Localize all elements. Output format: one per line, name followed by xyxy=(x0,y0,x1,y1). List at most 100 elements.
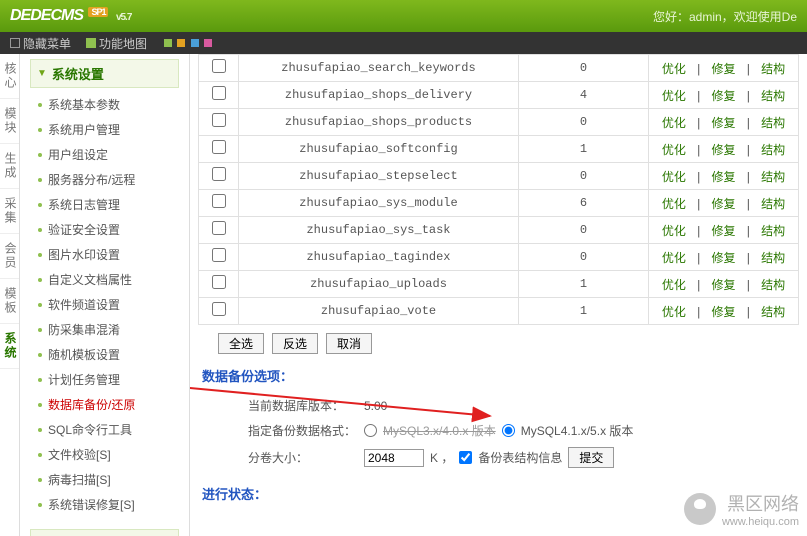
vtab-4[interactable]: 会员 xyxy=(0,234,19,279)
sidebar-item[interactable]: 软件频道设置 xyxy=(30,292,179,317)
format-radio-mysql4[interactable] xyxy=(502,424,515,437)
vtab-3[interactable]: 采集 xyxy=(0,189,19,234)
table-name-cell: zhusufapiao_sys_task xyxy=(239,217,519,244)
structure-link[interactable]: 结构 xyxy=(761,143,785,157)
table-row: zhusufapiao_softconfig1优化 | 修复 | 结构 xyxy=(199,136,799,163)
optimize-link[interactable]: 优化 xyxy=(662,62,686,76)
sidebar-item[interactable]: 服务器分布/远程 xyxy=(30,167,179,192)
structure-link[interactable]: 结构 xyxy=(761,251,785,265)
optimize-link[interactable]: 优化 xyxy=(662,116,686,130)
vtab-2[interactable]: 生成 xyxy=(0,144,19,189)
sidebar-item[interactable]: 病毒扫描[S] xyxy=(30,467,179,492)
repair-link[interactable]: 修复 xyxy=(711,251,735,265)
structure-link[interactable]: 结构 xyxy=(761,278,785,292)
chunk-size-unit: K ， xyxy=(430,449,453,466)
sidebar-item[interactable]: 自定义文档属性 xyxy=(30,267,179,292)
structure-link[interactable]: 结构 xyxy=(761,305,785,319)
watermark: 黑区网络 www.heiqu.com xyxy=(684,490,799,528)
table-row: zhusufapiao_vote1优化 | 修复 | 结构 xyxy=(199,298,799,325)
table-ops-cell: 优化 | 修复 | 结构 xyxy=(649,136,799,163)
bullet-icon xyxy=(38,203,42,207)
logo-text: DEDECMS xyxy=(10,7,83,24)
structure-link[interactable]: 结构 xyxy=(761,89,785,103)
row-checkbox[interactable] xyxy=(212,113,226,127)
row-checkbox[interactable] xyxy=(212,86,226,100)
repair-link[interactable]: 修复 xyxy=(711,224,735,238)
table-ops-cell: 优化 | 修复 | 结构 xyxy=(649,217,799,244)
row-checkbox[interactable] xyxy=(212,221,226,235)
table-name-cell: zhusufapiao_vote xyxy=(239,298,519,325)
structure-link[interactable]: 结构 xyxy=(761,197,785,211)
row-checkbox[interactable] xyxy=(212,194,226,208)
table-count-cell: 1 xyxy=(519,271,649,298)
optimize-link[interactable]: 优化 xyxy=(662,278,686,292)
repair-link[interactable]: 修复 xyxy=(711,197,735,211)
structure-link[interactable]: 结构 xyxy=(761,62,785,76)
hide-menu-link[interactable]: 隐藏菜单 xyxy=(10,35,71,52)
chunk-size-input[interactable] xyxy=(364,449,424,467)
repair-link[interactable]: 修复 xyxy=(711,278,735,292)
repair-link[interactable]: 修复 xyxy=(711,116,735,130)
select-all-button[interactable]: 全选 xyxy=(218,333,264,354)
repair-link[interactable]: 修复 xyxy=(711,143,735,157)
sidebar-item[interactable]: 系统基本参数 xyxy=(30,92,179,117)
bullet-icon xyxy=(38,103,42,107)
row-checkbox[interactable] xyxy=(212,140,226,154)
sidebar-item[interactable]: 数据库备份/还原 xyxy=(30,392,179,417)
invert-select-button[interactable]: 反选 xyxy=(272,333,318,354)
table-row: zhusufapiao_stepselect0优化 | 修复 | 结构 xyxy=(199,163,799,190)
backup-struct-label: 备份表结构信息 xyxy=(478,449,562,466)
optimize-link[interactable]: 优化 xyxy=(662,197,686,211)
repair-link[interactable]: 修复 xyxy=(711,89,735,103)
bullet-icon xyxy=(38,328,42,332)
sidebar-group-system[interactable]: ▼ 系统设置 xyxy=(30,59,179,88)
vtab-0[interactable]: 核心 xyxy=(0,54,19,99)
sidebar-item[interactable]: 文件校验[S] xyxy=(30,442,179,467)
sidebar-item[interactable]: 计划任务管理 xyxy=(30,367,179,392)
optimize-link[interactable]: 优化 xyxy=(662,251,686,265)
bullet-icon xyxy=(38,353,42,357)
row-checkbox[interactable] xyxy=(212,275,226,289)
row-checkbox[interactable] xyxy=(212,302,226,316)
row-checkbox[interactable] xyxy=(212,248,226,262)
structure-link[interactable]: 结构 xyxy=(761,224,785,238)
vtab-5[interactable]: 模板 xyxy=(0,279,19,324)
repair-link[interactable]: 修复 xyxy=(711,305,735,319)
vtab-1[interactable]: 模块 xyxy=(0,99,19,144)
sidebar-item[interactable]: 防采集串混淆 xyxy=(30,317,179,342)
row-checkbox[interactable] xyxy=(212,167,226,181)
repair-link[interactable]: 修复 xyxy=(711,170,735,184)
sidebar-group-payment[interactable]: ▼ 支付工具 xyxy=(30,529,179,536)
vtab-6[interactable]: 系统 xyxy=(0,324,19,369)
structure-link[interactable]: 结构 xyxy=(761,116,785,130)
sidebar-item[interactable]: 验证安全设置 xyxy=(30,217,179,242)
sidebar-item[interactable]: 用户组设定 xyxy=(30,142,179,167)
sidebar-item[interactable]: 系统日志管理 xyxy=(30,192,179,217)
optimize-link[interactable]: 优化 xyxy=(662,143,686,157)
format-radio-mysql3[interactable] xyxy=(364,424,377,437)
optimize-link[interactable]: 优化 xyxy=(662,224,686,238)
repair-link[interactable]: 修复 xyxy=(711,62,735,76)
sidebar-item[interactable]: 随机模板设置 xyxy=(30,342,179,367)
optimize-link[interactable]: 优化 xyxy=(662,170,686,184)
structure-link[interactable]: 结构 xyxy=(761,170,785,184)
bullet-icon xyxy=(38,153,42,157)
table-row: zhusufapiao_sys_module6优化 | 修复 | 结构 xyxy=(199,190,799,217)
row-checkbox[interactable] xyxy=(212,59,226,73)
format-opt1-label: MySQL3.x/4.0.x 版本 xyxy=(383,422,496,439)
bullet-icon xyxy=(38,303,42,307)
sidebar-item[interactable]: SQL命令行工具 xyxy=(30,417,179,442)
site-map-link[interactable]: 功能地图 xyxy=(86,35,147,52)
cancel-button[interactable]: 取消 xyxy=(326,333,372,354)
backup-struct-checkbox[interactable] xyxy=(459,451,472,464)
table-name-cell: zhusufapiao_tagindex xyxy=(239,244,519,271)
color-swatches[interactable] xyxy=(162,36,212,50)
sidebar-item[interactable]: 系统用户管理 xyxy=(30,117,179,142)
table-ops-cell: 优化 | 修复 | 结构 xyxy=(649,109,799,136)
sidebar-item[interactable]: 系统错误修复[S] xyxy=(30,492,179,517)
sidebar-item[interactable]: 图片水印设置 xyxy=(30,242,179,267)
optimize-link[interactable]: 优化 xyxy=(662,89,686,103)
table-name-cell: zhusufapiao_softconfig xyxy=(239,136,519,163)
submit-button[interactable]: 提交 xyxy=(568,447,614,468)
optimize-link[interactable]: 优化 xyxy=(662,305,686,319)
